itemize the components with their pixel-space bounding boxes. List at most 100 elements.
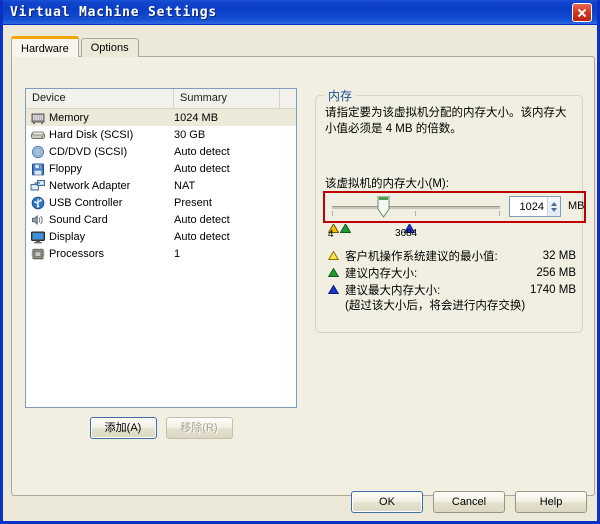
device-summary: Auto detect	[174, 145, 230, 158]
device-summary: Auto detect	[174, 162, 230, 175]
memory-size-input[interactable]	[510, 200, 547, 213]
slider-tick-min	[332, 211, 333, 216]
memory-size-label: 该虚拟机的内存大小(M):	[325, 178, 449, 190]
title-bar: Virtual Machine Settings	[3, 0, 597, 25]
stepper-down-icon[interactable]	[551, 207, 557, 212]
device-cell: Processors	[30, 247, 174, 261]
device-summary: 1024 MB	[174, 111, 219, 124]
recommendation-value: 256 MB	[536, 266, 576, 279]
device-name: Display	[49, 230, 86, 243]
device-summary: Present	[174, 196, 212, 209]
slider-tick-mid	[415, 211, 416, 216]
ok-button[interactable]: OK	[351, 491, 423, 513]
network-adapter-icon	[30, 179, 46, 193]
remove-device-label: 移除(R)	[180, 422, 218, 434]
add-device-label: 添加(A)	[104, 422, 142, 434]
cancel-button[interactable]: Cancel	[433, 491, 505, 513]
table-row[interactable]: Processors 1	[26, 245, 296, 262]
tab-strip: Hardware Options	[11, 36, 587, 57]
memory-unit-label: MB	[568, 200, 585, 212]
triangle-green-icon	[327, 267, 341, 278]
column-header-summary[interactable]: Summary	[174, 89, 280, 108]
recommendation-label: 建议最大内存大小:	[345, 284, 441, 297]
device-summary: NAT	[174, 179, 196, 192]
device-name: Hard Disk (SCSI)	[49, 128, 134, 141]
virtual-machine-settings-window: Virtual Machine Settings Hardware Option…	[0, 0, 600, 524]
recommendation-label: 建议内存大小:	[345, 267, 418, 280]
device-cell: Hard Disk (SCSI)	[30, 128, 174, 142]
recommendation-list: 客户机操作系统建议的最小值: 32 MB 建议内存大小: 256 MB 建议最大…	[327, 247, 576, 314]
recommendation-row-maximum: 建议最大内存大小: 1740 MB	[327, 281, 576, 298]
memory-swap-note: (超过该大小后，将会进行内存交换)	[345, 300, 526, 312]
tab-hardware[interactable]: Hardware	[11, 36, 79, 57]
memory-size-stepper[interactable]	[509, 196, 561, 217]
stepper-up-icon[interactable]	[551, 201, 557, 206]
recommended-memory-marker	[340, 224, 351, 233]
slider-min-label: 4	[328, 229, 334, 240]
device-cell: Sound Card	[30, 213, 174, 227]
warning-triangle-yellow-icon	[327, 250, 341, 261]
help-button[interactable]: Help	[515, 491, 587, 513]
usb-icon	[30, 196, 46, 210]
device-summary: Auto detect	[174, 213, 230, 226]
device-list[interactable]: Device Summary Memory 1024 MB Hard Disk …	[25, 88, 297, 408]
table-row[interactable]: USB Controller Present	[26, 194, 296, 211]
processor-icon	[30, 247, 46, 261]
cancel-label: Cancel	[451, 496, 487, 508]
device-list-header: Device Summary	[26, 89, 296, 109]
table-row[interactable]: Floppy Auto detect	[26, 160, 296, 177]
column-header-extra	[280, 89, 296, 108]
device-name: Floppy	[49, 162, 83, 175]
tab-options[interactable]: Options	[80, 38, 139, 57]
device-name: CD/DVD (SCSI)	[49, 145, 128, 158]
dialog-client-area: Hardware Options Device Summary Memory 1…	[3, 25, 597, 521]
recommendation-row-minimum: 客户机操作系统建议的最小值: 32 MB	[327, 247, 576, 264]
slider-tick-max	[499, 211, 500, 216]
recommendation-label: 客户机操作系统建议的最小值:	[345, 250, 498, 263]
device-cell: CD/DVD (SCSI)	[30, 145, 174, 159]
device-action-buttons: 添加(A) 移除(R)	[25, 417, 297, 439]
memory-group-title: 内存	[324, 87, 357, 104]
sound-card-icon	[30, 213, 46, 227]
table-row[interactable]: Sound Card Auto detect	[26, 211, 296, 228]
slider-max-label: 3684	[395, 228, 418, 239]
add-device-button[interactable]: 添加(A)	[89, 417, 157, 439]
tab-hardware-label: Hardware	[21, 43, 69, 55]
floppy-icon	[30, 162, 46, 176]
memory-slider[interactable]	[329, 195, 504, 219]
table-row[interactable]: Display Auto detect	[26, 228, 296, 245]
device-name: Memory	[49, 111, 89, 124]
device-summary: Auto detect	[174, 230, 230, 243]
ok-label: OK	[379, 496, 395, 508]
table-row[interactable]: Network Adapter NAT	[26, 177, 296, 194]
harddisk-icon	[30, 128, 46, 142]
device-name: Sound Card	[49, 213, 108, 226]
device-cell: Floppy	[30, 162, 174, 176]
recommendation-value: 1740 MB	[529, 283, 576, 296]
cddvd-icon	[30, 145, 46, 159]
close-icon[interactable]	[572, 2, 592, 22]
column-header-device[interactable]: Device	[26, 89, 174, 108]
table-row[interactable]: Hard Disk (SCSI) 30 GB	[26, 126, 296, 143]
table-row[interactable]: Memory 1024 MB	[26, 109, 296, 126]
memory-icon	[30, 111, 46, 125]
device-name: Processors	[49, 247, 105, 260]
tab-options-label: Options	[90, 42, 129, 54]
device-name: USB Controller	[49, 196, 123, 209]
display-icon	[30, 230, 46, 244]
remove-device-button: 移除(R)	[165, 417, 233, 439]
device-cell: Display	[30, 230, 174, 244]
table-row[interactable]: CD/DVD (SCSI) Auto detect	[26, 143, 296, 160]
stepper-arrows[interactable]	[547, 197, 560, 216]
triangle-blue-icon	[327, 284, 341, 295]
device-summary: 30 GB	[174, 128, 206, 141]
slider-thumb[interactable]	[377, 196, 390, 218]
hardware-tab-panel: Device Summary Memory 1024 MB Hard Disk …	[11, 56, 595, 496]
dialog-button-bar: OK Cancel Help	[3, 490, 597, 514]
device-name: Network Adapter	[49, 179, 131, 192]
recommendation-value: 32 MB	[542, 249, 576, 262]
memory-description: 请指定要为该虚拟机分配的内存大小。该内存大小值必须是 4 MB 的倍数。	[325, 107, 567, 135]
device-summary: 1	[174, 247, 181, 260]
help-label: Help	[539, 496, 563, 508]
device-cell: Memory	[30, 111, 174, 125]
